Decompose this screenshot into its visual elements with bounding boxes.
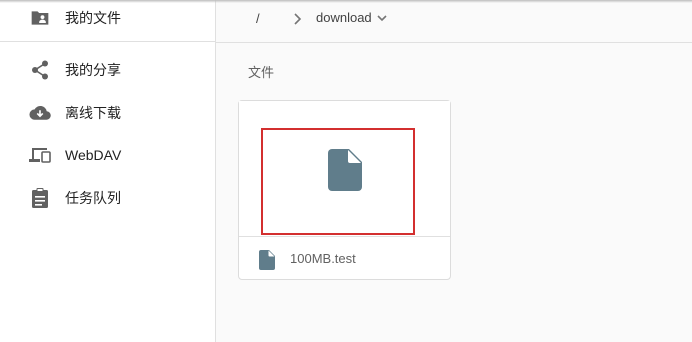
breadcrumb-current-label: download [316,10,372,25]
devices-icon [29,144,51,166]
sidebar-divider [0,41,215,42]
file-icon [328,149,362,191]
file-info: 100MB.test [239,237,450,279]
file-card[interactable]: 100MB.test [238,100,451,280]
sidebar-item-label: 离线下载 [65,105,121,121]
file-icon [259,250,275,270]
breadcrumb-current[interactable]: download [316,10,388,25]
breadcrumb-root[interactable]: / [256,11,260,26]
sidebar-item-offline-download[interactable]: 离线下载 [0,93,215,133]
top-shadow [0,0,692,3]
chevron-right-icon [294,13,302,25]
sidebar-item-label: WebDAV [65,147,122,163]
sidebar-item-task-queue[interactable]: 任务队列 [0,178,215,218]
sidebar-item-my-shares[interactable]: 我的分享 [0,50,215,90]
clipboard-icon [29,187,51,209]
file-name: 100MB.test [290,251,356,266]
section-title: 文件 [248,65,275,80]
chevron-down-icon [377,14,387,21]
folder-account-icon [29,7,51,29]
sidebar-item-label: 我的分享 [65,62,121,78]
breadcrumb: / download [216,0,692,43]
file-preview [239,101,450,236]
main-content: / download 文件 100MB.test [216,0,692,342]
cloud-download-icon [29,102,51,124]
sidebar-item-label: 任务队列 [65,190,121,206]
sidebar-item-my-files[interactable]: 我的文件 [0,0,215,38]
sidebar-item-label: 我的文件 [65,10,121,26]
sidebar-item-webdav[interactable]: WebDAV [0,135,215,175]
share-icon [29,59,51,81]
sidebar: 我的文件 我的分享 离线下载 WebDAV 任务队列 [0,0,216,342]
